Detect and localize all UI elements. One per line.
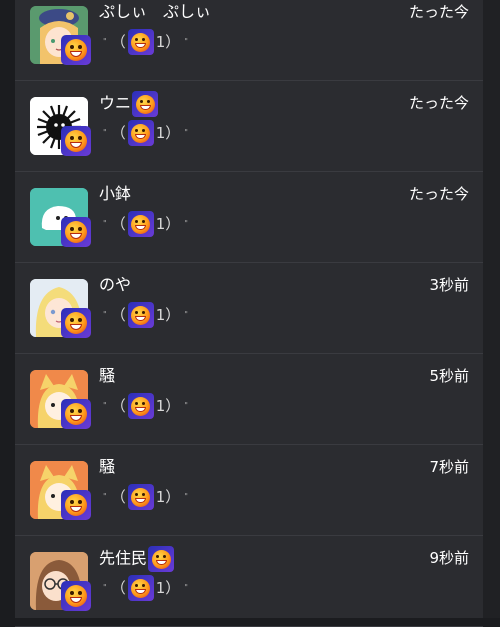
reaction-summary: " （ 1） " xyxy=(99,29,192,55)
reaction-summary: " （ 1） " xyxy=(99,120,192,146)
name-emoji-badge xyxy=(132,91,159,117)
reaction-summary: " （ 1） " xyxy=(99,211,192,237)
grinning-face-emoji-icon xyxy=(65,312,87,334)
grinning-face-emoji-icon xyxy=(65,130,87,152)
grinning-face-emoji-icon xyxy=(65,494,87,516)
grinning-face-emoji-icon xyxy=(131,214,151,234)
scroll-gutter xyxy=(483,0,500,618)
sender-name: ぷしぃ ぷしぃ xyxy=(99,2,212,21)
list-item[interactable]: ぷしぃ ぷしぃ たった今 " （ 1） " xyxy=(15,0,483,81)
sender-name: のや xyxy=(99,275,132,294)
reaction-badge xyxy=(127,575,154,601)
grinning-face-emoji-icon xyxy=(65,221,87,243)
reaction-badge xyxy=(61,399,91,429)
notification-list: ぷしぃ ぷしぃ たった今 " （ 1） " ウニ たった今 " （ 1） " 小… xyxy=(15,0,483,627)
sender-name: 先住民 xyxy=(99,546,175,572)
reaction-badge xyxy=(127,393,154,419)
sender-name: ウニ xyxy=(99,91,159,117)
reaction-badge xyxy=(61,490,91,520)
timestamp: 9秒前 xyxy=(429,549,469,567)
grinning-face-emoji-icon xyxy=(151,549,171,569)
timestamp: 3秒前 xyxy=(429,276,469,294)
list-item[interactable]: ウニ たった今 " （ 1） " xyxy=(15,81,483,172)
reaction-badge xyxy=(61,35,91,65)
sender-name: 騒 xyxy=(99,366,116,385)
list-item[interactable]: 騒 5秒前 " （ 1） " xyxy=(15,354,483,445)
reaction-badge xyxy=(127,302,154,328)
grinning-face-emoji-icon xyxy=(131,487,151,507)
name-emoji-badge xyxy=(148,546,175,572)
grinning-face-emoji-icon xyxy=(131,396,151,416)
list-item[interactable]: 小鉢 たった今 " （ 1） " xyxy=(15,172,483,263)
list-item[interactable]: のや 3秒前 " （ 1） " xyxy=(15,263,483,354)
grinning-face-emoji-icon xyxy=(131,305,151,325)
grinning-face-emoji-icon xyxy=(65,39,87,61)
reaction-badge xyxy=(61,217,91,247)
reaction-summary: " （ 1） " xyxy=(99,302,192,328)
grinning-face-emoji-icon xyxy=(131,578,151,598)
timestamp: 7秒前 xyxy=(429,458,469,476)
sender-name: 騒 xyxy=(99,457,116,476)
reaction-badge xyxy=(127,120,154,146)
list-item[interactable]: 騒 7秒前 " （ 1） " xyxy=(15,445,483,536)
reaction-badge xyxy=(61,581,91,611)
grinning-face-emoji-icon xyxy=(65,585,87,607)
list-item[interactable]: 先住民 9秒前 " （ 1） " xyxy=(15,536,483,627)
reaction-badge xyxy=(127,211,154,237)
grinning-face-emoji-icon xyxy=(131,123,151,143)
timestamp: 5秒前 xyxy=(429,367,469,385)
timestamp: たった今 xyxy=(408,94,469,112)
reaction-badge xyxy=(61,308,91,338)
sender-name: 小鉢 xyxy=(99,184,132,203)
timestamp: たった今 xyxy=(408,185,469,203)
grinning-face-emoji-icon xyxy=(65,403,87,425)
reaction-badge xyxy=(127,29,154,55)
grinning-face-emoji-icon xyxy=(131,32,151,52)
reaction-summary: " （ 1） " xyxy=(99,484,192,510)
reaction-badge xyxy=(127,484,154,510)
reaction-summary: " （ 1） " xyxy=(99,575,192,601)
reaction-summary: " （ 1） " xyxy=(99,393,192,419)
grinning-face-emoji-icon xyxy=(135,94,155,114)
reaction-badge xyxy=(61,126,91,156)
timestamp: たった今 xyxy=(408,3,469,21)
